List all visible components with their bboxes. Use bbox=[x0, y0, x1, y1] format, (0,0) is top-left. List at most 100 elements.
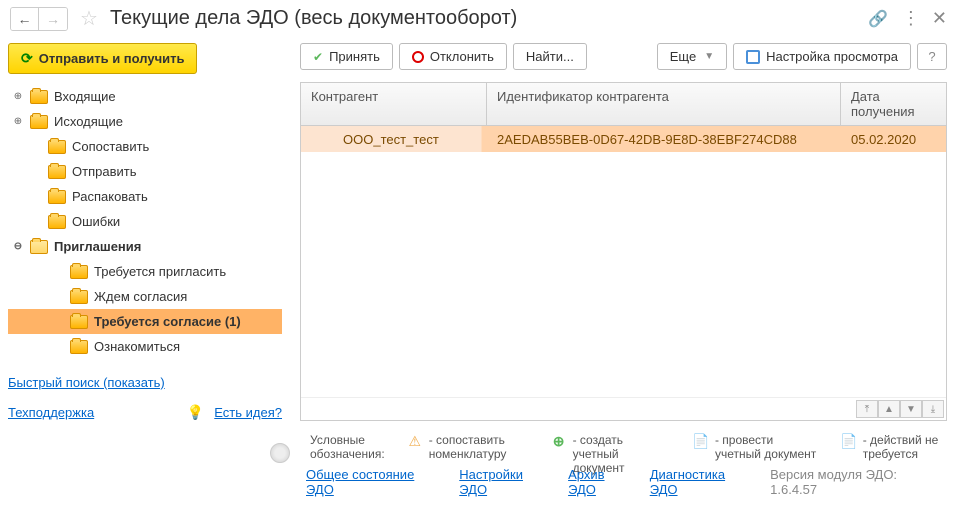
footer-link-diag[interactable]: Диагностика ЭДО bbox=[650, 467, 756, 497]
footer: Общее состояние ЭДО Настройки ЭДО Архив … bbox=[0, 461, 957, 503]
legend-text: - действий не требуется bbox=[863, 433, 947, 461]
legend-item-match: ⚠ - сопоставить номенклатуру bbox=[407, 433, 529, 461]
tree-item[interactable]: ⊖Приглашения bbox=[8, 234, 282, 259]
tree-item-label: Распаковать bbox=[72, 189, 148, 204]
more-label: Еще bbox=[670, 49, 696, 64]
folder-icon bbox=[30, 115, 48, 129]
column-header-id[interactable]: Идентификатор контрагента bbox=[487, 83, 841, 125]
tree-item-label: Сопоставить bbox=[72, 139, 149, 154]
folder-icon bbox=[48, 215, 66, 229]
help-button[interactable]: ? bbox=[917, 43, 947, 70]
gear-icon bbox=[746, 50, 760, 64]
table-body: ООО_тест_тест 2AEDAB55BEB-0D67-42DB-9E8D… bbox=[301, 126, 946, 397]
folder-icon bbox=[48, 165, 66, 179]
tree-item-label: Ошибки bbox=[72, 214, 120, 229]
tree-item[interactable]: Требуется пригласить bbox=[8, 259, 282, 284]
tree-item-label: Требуется пригласить bbox=[94, 264, 226, 279]
table-nav-last[interactable]: ⤓ bbox=[922, 400, 944, 418]
table-nav-up[interactable]: ▲ bbox=[878, 400, 900, 418]
cell-date: 05.02.2020 bbox=[841, 128, 946, 151]
folder-icon bbox=[70, 290, 88, 304]
sidebar: ⟳ Отправить и получить ⊕ Входящие ⊕ Исходящ… bbox=[0, 37, 290, 427]
column-header-contractor[interactable]: Контрагент bbox=[301, 83, 487, 125]
reject-label: Отклонить bbox=[430, 49, 494, 64]
folder-icon bbox=[30, 90, 48, 104]
close-icon[interactable]: ✕ bbox=[932, 8, 947, 29]
reject-button[interactable]: Отклонить bbox=[399, 43, 507, 70]
tree-item-label: Входящие bbox=[54, 89, 116, 104]
tree-item[interactable]: Ознакомиться bbox=[8, 334, 282, 359]
legend-text: - провести учетный документ bbox=[715, 433, 819, 461]
collapse-icon[interactable]: ⊖ bbox=[12, 241, 24, 252]
tree-item[interactable]: Ждем согласия bbox=[8, 284, 282, 309]
back-button[interactable]: ← bbox=[11, 8, 39, 30]
idea-link[interactable]: Есть идея? bbox=[214, 405, 282, 420]
view-settings-button[interactable]: Настройка просмотра bbox=[733, 43, 911, 70]
table: Контрагент Идентификатор контрагента Дат… bbox=[300, 82, 947, 421]
cell-id: 2AEDAB55BEB-0D67-42DB-9E8D-38EBF274CD88 bbox=[487, 128, 841, 151]
more-button[interactable]: Еще ▼ bbox=[657, 43, 727, 70]
version-label: Версия модуля ЭДО: 1.6.4.57 bbox=[770, 467, 947, 497]
link-icon[interactable]: 🔗 bbox=[868, 9, 888, 29]
tree-item[interactable]: Сопоставить bbox=[8, 134, 282, 159]
favorite-star-icon[interactable]: ☆ bbox=[80, 6, 98, 31]
tree-item[interactable]: ⊕ Входящие bbox=[8, 84, 282, 109]
tree-item-label: Ознакомиться bbox=[94, 339, 180, 354]
document-arrow-icon: 📄 bbox=[693, 433, 709, 449]
tree-item[interactable]: Ошибки bbox=[8, 209, 282, 234]
legend-label: Условные обозначения: bbox=[310, 433, 385, 461]
table-nav: ⤒ ▲ ▼ ⤓ bbox=[301, 397, 946, 420]
tree-item-label: Требуется согласие (1) bbox=[94, 314, 241, 329]
table-row[interactable]: ООО_тест_тест 2AEDAB55BEB-0D67-42DB-9E8D… bbox=[301, 126, 946, 152]
page-title: Текущие дела ЭДО (весь документооборот) bbox=[110, 7, 860, 30]
tree-item[interactable]: Распаковать bbox=[8, 184, 282, 209]
footer-link-state[interactable]: Общее состояние ЭДО bbox=[306, 467, 445, 497]
column-header-date[interactable]: Дата получения bbox=[841, 83, 946, 125]
find-label: Найти... bbox=[526, 49, 574, 64]
folder-icon bbox=[70, 315, 88, 329]
plus-icon: ⊕ bbox=[551, 433, 567, 449]
folder-icon bbox=[70, 265, 88, 279]
folder-icon bbox=[30, 240, 48, 254]
kebab-menu-icon[interactable]: ⋮ bbox=[902, 8, 918, 29]
refresh-icon: ⟳ bbox=[21, 50, 33, 67]
status-circle-icon bbox=[270, 443, 290, 463]
legend-text: - сопоставить номенклатуру bbox=[429, 433, 529, 461]
expand-icon[interactable]: ⊕ bbox=[12, 116, 24, 127]
cell-contractor: ООО_тест_тест bbox=[301, 128, 487, 151]
main-area: ⟳ Отправить и получить ⊕ Входящие ⊕ Исходящ… bbox=[0, 37, 957, 427]
table-header: Контрагент Идентификатор контрагента Дат… bbox=[301, 83, 946, 126]
footer-link-settings[interactable]: Настройки ЭДО bbox=[459, 467, 554, 497]
quick-search-link[interactable]: Быстрый поиск (показать) bbox=[8, 375, 282, 390]
legend-item-post: 📄 - провести учетный документ bbox=[693, 433, 819, 461]
tree-item-label: Отправить bbox=[72, 164, 136, 179]
warning-icon: ⚠ bbox=[407, 433, 423, 449]
footer-link-archive[interactable]: Архив ЭДО bbox=[568, 467, 636, 497]
forward-button[interactable]: → bbox=[39, 8, 67, 30]
document-dash-icon: 📄 bbox=[841, 433, 857, 449]
expand-icon[interactable]: ⊕ bbox=[12, 91, 24, 102]
bulb-icon: 💡 bbox=[187, 404, 204, 421]
tree-item-label: Исходящие bbox=[54, 114, 123, 129]
table-nav-first[interactable]: ⤒ bbox=[856, 400, 878, 418]
accept-button[interactable]: ✔ Принять bbox=[300, 43, 393, 70]
legend-item-none: 📄 - действий не требуется bbox=[841, 433, 947, 461]
find-button[interactable]: Найти... bbox=[513, 43, 587, 70]
tree-item[interactable]: Требуется согласие (1) bbox=[8, 309, 282, 334]
send-receive-label: Отправить и получить bbox=[39, 51, 185, 66]
accept-label: Принять bbox=[329, 49, 380, 64]
sidebar-bottom: Техподдержка 💡 Есть идея? bbox=[8, 404, 282, 421]
tree-item[interactable]: ⊕ Исходящие bbox=[8, 109, 282, 134]
header-actions: 🔗 ⋮ ✕ bbox=[868, 8, 947, 29]
folder-icon bbox=[48, 190, 66, 204]
support-link[interactable]: Техподдержка bbox=[8, 405, 94, 420]
send-receive-button[interactable]: ⟳ Отправить и получить bbox=[8, 43, 197, 74]
tree-item-label: Ждем согласия bbox=[94, 289, 187, 304]
folder-tree: ⊕ Входящие ⊕ Исходящие Сопоставить Отправить Р… bbox=[8, 84, 282, 365]
stop-icon bbox=[412, 51, 424, 63]
header: ← → ☆ Текущие дела ЭДО (весь документооб… bbox=[0, 0, 957, 37]
table-nav-down[interactable]: ▼ bbox=[900, 400, 922, 418]
folder-icon bbox=[48, 140, 66, 154]
folder-icon bbox=[70, 340, 88, 354]
tree-item[interactable]: Отправить bbox=[8, 159, 282, 184]
